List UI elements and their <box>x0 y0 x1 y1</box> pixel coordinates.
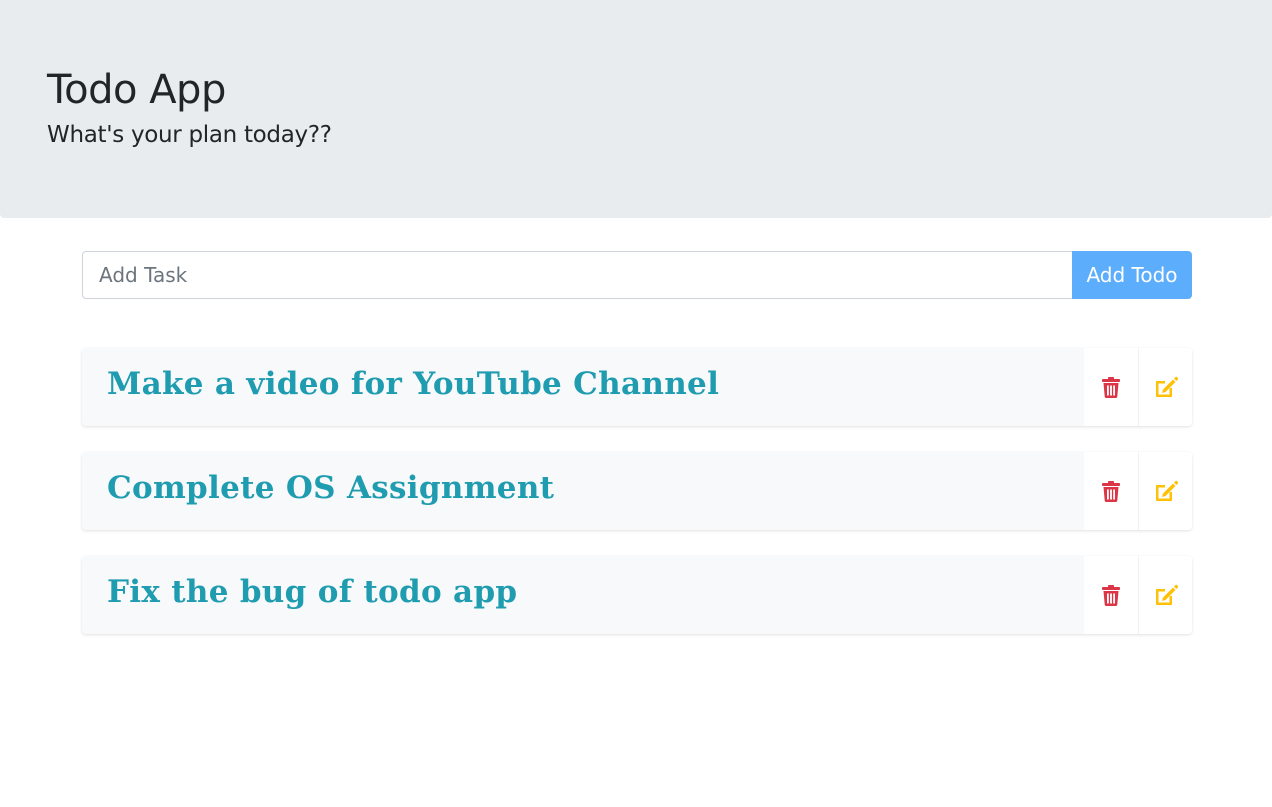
edit-icon <box>1155 480 1178 501</box>
todo-text-container: Fix the bug of todo app <box>82 556 1084 634</box>
edit-button[interactable] <box>1138 452 1192 530</box>
task-input[interactable] <box>82 251 1072 299</box>
trash-icon <box>1102 480 1120 502</box>
todo-item: Make a video for YouTube Channel <box>82 348 1192 426</box>
todo-text: Fix the bug of todo app <box>107 574 518 610</box>
delete-button[interactable] <box>1084 452 1138 530</box>
todo-item: Complete OS Assignment <box>82 452 1192 530</box>
todo-list: Make a video for YouTube Channel Complet… <box>82 348 1192 660</box>
app-title: Todo App <box>47 67 226 113</box>
todo-text-container: Make a video for YouTube Channel <box>82 348 1084 426</box>
edit-button[interactable] <box>1138 556 1192 634</box>
todo-text: Complete OS Assignment <box>107 470 555 506</box>
header-banner: Todo App What's your plan today?? <box>0 0 1272 218</box>
edit-icon <box>1155 584 1178 605</box>
delete-button[interactable] <box>1084 348 1138 426</box>
add-todo-button[interactable]: Add Todo <box>1072 251 1192 299</box>
trash-icon <box>1102 584 1120 606</box>
todo-text: Make a video for YouTube Channel <box>107 366 720 402</box>
todo-text-container: Complete OS Assignment <box>82 452 1084 530</box>
trash-icon <box>1102 376 1120 398</box>
app-subtitle: What's your plan today?? <box>47 122 332 148</box>
add-todo-form: Add Todo <box>82 251 1192 299</box>
edit-button[interactable] <box>1138 348 1192 426</box>
delete-button[interactable] <box>1084 556 1138 634</box>
edit-icon <box>1155 376 1178 397</box>
todo-item: Fix the bug of todo app <box>82 556 1192 634</box>
